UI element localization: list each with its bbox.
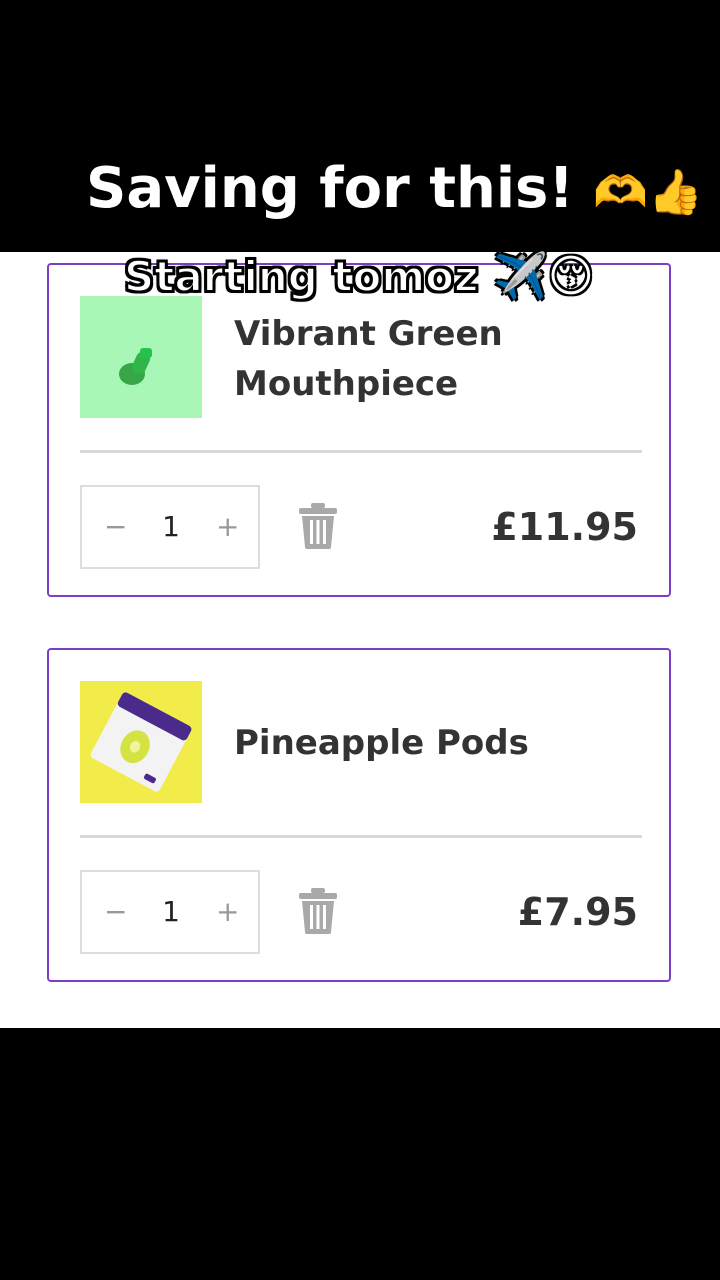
caption-main: Saving for this! 🫶👍 — [86, 156, 703, 221]
product-title[interactable]: Pineapple Pods — [234, 718, 634, 768]
divider — [80, 835, 642, 838]
mouthpiece-image — [119, 348, 152, 385]
product-title[interactable]: Vibrant Green Mouthpiece — [234, 309, 594, 409]
decrease-quantity-button[interactable]: − — [104, 894, 127, 930]
increase-quantity-button[interactable]: + — [216, 509, 239, 545]
caption-sub: Starting tomoz ✈️😚 — [123, 250, 644, 302]
quantity-value[interactable]: 1 — [158, 894, 184, 930]
pods-package-image — [90, 692, 192, 792]
price: £7.95 — [517, 890, 638, 934]
quantity-stepper: − 1 + — [80, 870, 260, 954]
quantity-stepper: − 1 + — [80, 485, 260, 569]
caption-main-emoji: 🫶👍 — [593, 167, 703, 218]
cart-item-card: Pineapple Pods − 1 + £7.95 — [47, 648, 671, 982]
bottom-black-band — [0, 1028, 720, 1280]
divider — [80, 450, 642, 453]
product-image-pineapple-pods[interactable] — [80, 681, 202, 803]
trash-icon[interactable] — [299, 503, 337, 549]
trash-icon[interactable] — [299, 888, 337, 934]
caption-main-text: Saving for this! — [86, 156, 574, 221]
increase-quantity-button[interactable]: + — [216, 894, 239, 930]
product-image-green-mouthpiece[interactable] — [80, 296, 202, 418]
caption-sub-emoji: ✈️😚 — [493, 251, 594, 302]
caption-sub-text: Starting tomoz — [123, 251, 479, 302]
decrease-quantity-button[interactable]: − — [104, 509, 127, 545]
price: £11.95 — [491, 505, 638, 549]
quantity-value[interactable]: 1 — [158, 509, 184, 545]
cart-item-card: Vibrant Green Mouthpiece − 1 + £11.95 — [47, 263, 671, 597]
